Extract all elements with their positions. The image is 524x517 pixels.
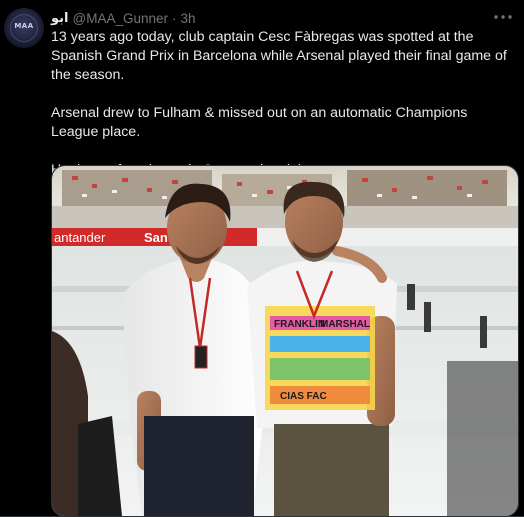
header-separator: · (172, 10, 177, 26)
author-avatar[interactable]: MAA (4, 8, 44, 48)
tweet-paragraph-1: 13 years ago today, club captain Cesc Fà… (51, 29, 507, 83)
author-display-name[interactable]: ابو (51, 11, 69, 26)
background-person-right (447, 361, 518, 516)
avatar-logo-text: MAA (14, 22, 34, 30)
tweet-card[interactable]: MAA ابو @MAA_Gunner · 3h 13 years ago to… (0, 0, 524, 517)
tweet-photo[interactable]: antander Santan FRANKLIN MARSHAL CIAS FA… (51, 165, 519, 516)
more-options-icon[interactable] (492, 8, 514, 26)
shirt-text-1: FRANKLIN (274, 319, 325, 330)
author-handle[interactable]: @MAA_Gunner (73, 11, 169, 26)
shirt-text-3: CIAS FAC (280, 391, 327, 402)
tweet-timestamp[interactable]: 3h (181, 11, 196, 26)
tweet-header: ابو @MAA_Gunner · 3h (51, 9, 196, 27)
tweet-paragraph-2: Arsenal drew to Fulham & missed out on a… (51, 105, 468, 140)
shirt-text-2: MARSHAL (320, 319, 370, 330)
banner-text-left: antander (54, 230, 106, 245)
photo-illustration: antander Santan FRANKLIN MARSHAL CIAS FA… (52, 166, 518, 516)
